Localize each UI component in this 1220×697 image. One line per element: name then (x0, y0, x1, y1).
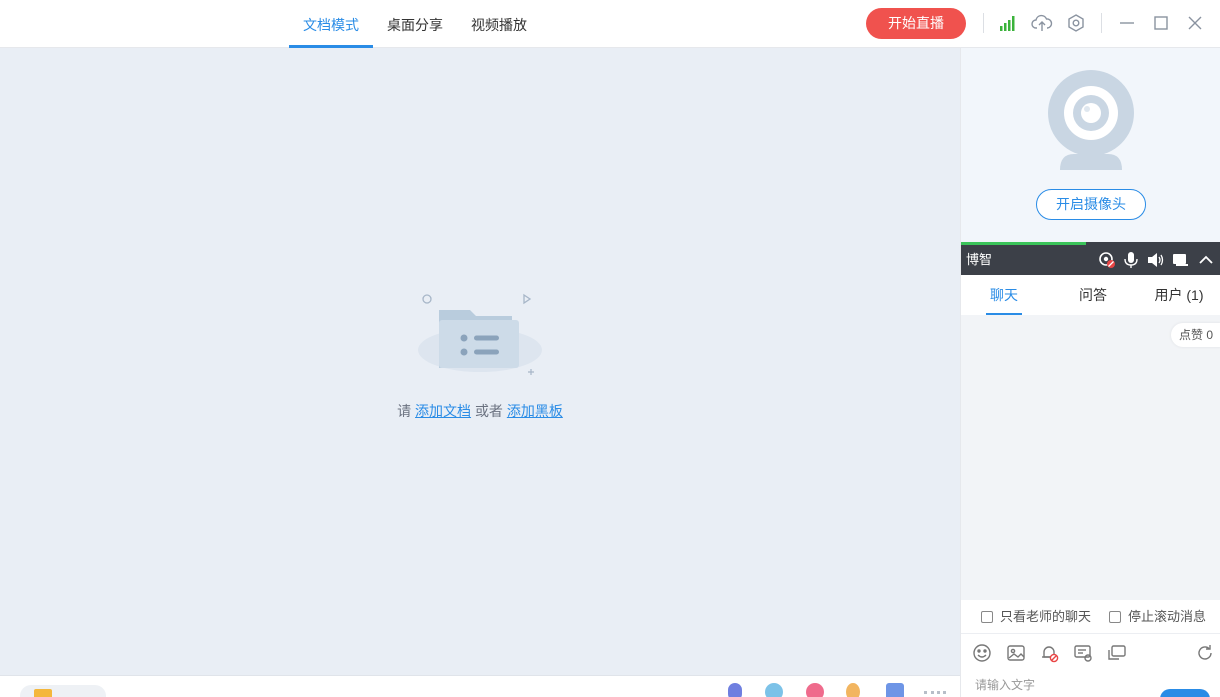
camera-area: 开启摄像头 (961, 48, 1220, 242)
microphone-icon[interactable] (1122, 251, 1140, 269)
image-icon[interactable] (1006, 643, 1026, 663)
teacher-only-checkbox[interactable]: 只看老师的聊天 (981, 600, 1091, 634)
speaker-icon[interactable] (1146, 251, 1164, 269)
emoji-icon[interactable] (972, 643, 992, 663)
start-live-button[interactable]: 开始直播 (866, 8, 966, 39)
cloud-upload-icon[interactable] (1031, 12, 1053, 34)
add-document-link[interactable]: 添加文档 (415, 403, 471, 419)
tab-qa[interactable]: 问答 (1073, 275, 1113, 315)
chat-tabs: 聊天 问答 用户 (1) (961, 275, 1220, 315)
maximize-icon[interactable] (1150, 12, 1172, 34)
folder-icon (34, 689, 52, 697)
chat-options: 只看老师的聊天 停止滚动消息 (961, 600, 1220, 634)
stop-scroll-label: 停止滚动消息 (1128, 609, 1207, 624)
checklist-icon[interactable] (886, 683, 904, 697)
checkbox-box[interactable] (981, 611, 993, 623)
empty-prefix: 请 (397, 403, 412, 419)
likes-badge[interactable]: 点赞 0 (1170, 323, 1220, 347)
microphone-icon[interactable] (728, 683, 742, 697)
divider (983, 13, 984, 33)
open-camera-button[interactable]: 开启摄像头 (1036, 189, 1146, 220)
user-icon[interactable] (846, 683, 860, 697)
input-toolbar (961, 634, 1220, 672)
tab-desktop-share[interactable]: 桌面分享 (373, 0, 457, 48)
minimize-icon[interactable] (1116, 12, 1138, 34)
more-icon[interactable] (924, 691, 946, 695)
empty-state-message: 请 添加文档 或者 添加黑板 (0, 401, 960, 421)
message-filter-icon[interactable] (1073, 643, 1093, 663)
mode-tabs: 文档模式 桌面分享 视频播放 (289, 0, 541, 48)
user-control-bar: 博智 (961, 245, 1220, 275)
settings-icon[interactable] (1065, 12, 1087, 34)
webcam-icon (1046, 70, 1136, 174)
teacher-only-label: 只看老师的聊天 (1000, 609, 1092, 624)
signal-icon (997, 12, 1019, 34)
send-button[interactable] (1160, 689, 1210, 697)
emoji-icon[interactable] (765, 683, 783, 697)
screen-icon[interactable] (1171, 251, 1189, 269)
right-panel: 开启摄像头 博智 聊天 问答 用户 (1) 点赞 0 只看老师的聊天 停止滚动消… (960, 48, 1220, 697)
or-text: 或者 (474, 403, 503, 419)
refresh-icon[interactable] (1195, 643, 1215, 663)
tab-document-mode[interactable]: 文档模式 (289, 0, 373, 48)
add-blackboard-link[interactable]: 添加黑板 (507, 403, 563, 419)
checkbox-box[interactable] (1109, 611, 1121, 623)
collapse-icon[interactable] (1197, 251, 1215, 269)
camera-off-icon[interactable] (1098, 251, 1116, 269)
chat-window-icon[interactable] (1107, 643, 1127, 663)
pie-chart-icon[interactable] (806, 683, 824, 697)
stop-scroll-checkbox[interactable]: 停止滚动消息 (1109, 600, 1206, 634)
mute-notification-icon[interactable] (1039, 643, 1059, 663)
close-icon[interactable] (1184, 12, 1206, 34)
user-name: 博智 (966, 252, 993, 267)
top-bar: 文档模式 桌面分享 视频播放 开始直播 (0, 0, 1220, 48)
tab-chat[interactable]: 聊天 (986, 275, 1022, 315)
document-list-button[interactable] (20, 685, 106, 697)
tab-video-play[interactable]: 视频播放 (457, 0, 541, 48)
empty-folder-illustration (414, 290, 546, 380)
divider (1101, 13, 1102, 33)
tab-users[interactable]: 用户 (1) (1151, 275, 1207, 315)
bottom-toolbar (0, 675, 960, 697)
chat-message-area[interactable]: 点赞 0 (961, 315, 1220, 600)
